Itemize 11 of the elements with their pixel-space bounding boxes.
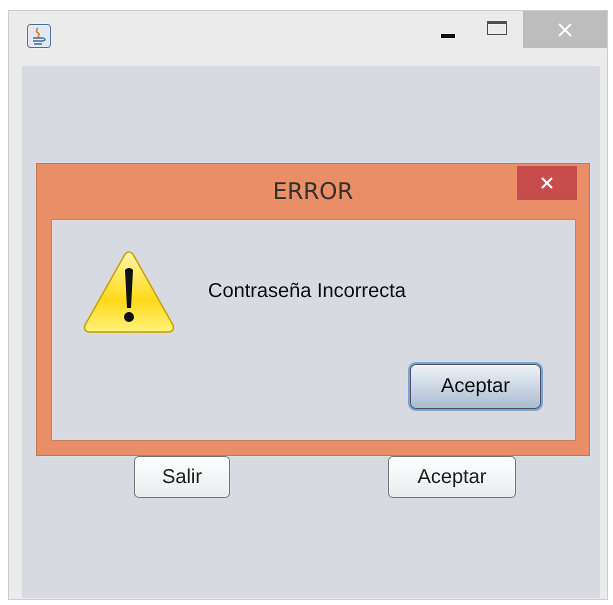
close-icon — [557, 22, 573, 38]
maximize-icon[interactable] — [487, 21, 507, 35]
accept-button[interactable]: Aceptar — [388, 456, 516, 498]
accept-button[interactable]: Aceptar — [410, 364, 541, 409]
exit-button[interactable]: Salir — [134, 456, 230, 498]
close-button[interactable] — [517, 166, 577, 200]
warning-icon — [82, 250, 176, 334]
close-icon — [540, 176, 554, 190]
dialog-title: ERROR — [272, 178, 354, 204]
app-icon — [27, 24, 51, 48]
error-message: Contraseña Incorrecta — [208, 280, 406, 303]
